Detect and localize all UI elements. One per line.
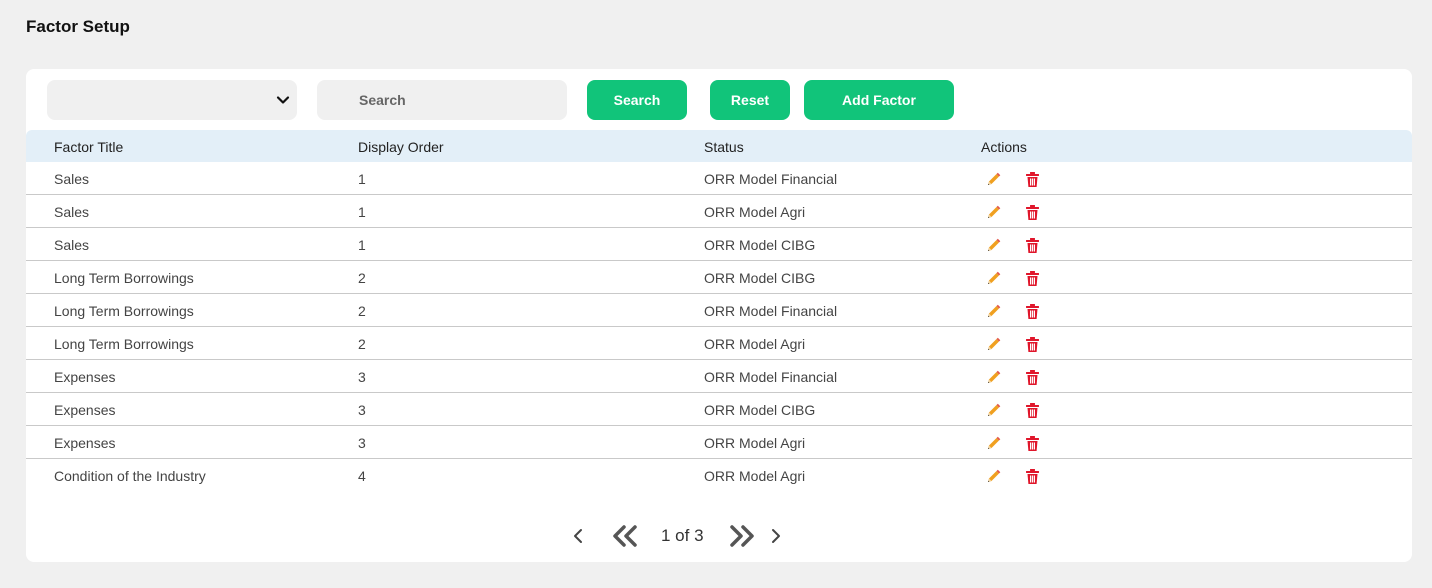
cell-factor-title: Long Term Borrowings [54,336,194,352]
trash-icon[interactable] [1024,435,1041,452]
trash-icon[interactable] [1024,171,1041,188]
table-header: Factor Title Display Order Status Action… [26,130,1412,162]
cell-factor-title: Long Term Borrowings [54,270,194,286]
table-row: Long Term Borrowings 2 ORR Model Agri [26,327,1412,360]
table-row: Expenses 3 ORR Model Financial [26,360,1412,393]
trash-icon[interactable] [1024,204,1041,221]
cell-display-order: 2 [358,336,366,352]
cell-factor-title: Expenses [54,435,116,451]
pencil-icon[interactable] [985,402,1002,419]
header-display-order: Display Order [358,139,444,155]
page-title: Factor Setup [26,17,130,36]
trash-icon[interactable] [1024,369,1041,386]
trash-icon[interactable] [1024,402,1041,419]
cell-factor-title: Expenses [54,369,116,385]
table-row: Sales 1 ORR Model Agri [26,195,1412,228]
cell-display-order: 3 [358,402,366,418]
model-select[interactable] [47,80,297,120]
trash-icon[interactable] [1024,270,1041,287]
search-input[interactable] [317,80,567,120]
table-row: Expenses 3 ORR Model Agri [26,426,1412,459]
cell-factor-title: Sales [54,204,90,220]
chevron-down-icon [276,96,290,104]
pencil-icon[interactable] [985,468,1002,485]
chevron-right-icon[interactable] [770,528,782,544]
chevron-left-icon[interactable] [572,528,584,544]
cell-status: ORR Model Financial [704,171,838,187]
cell-display-order: 1 [358,237,366,253]
reset-button[interactable]: Reset [710,80,790,120]
header-status: Status [704,139,744,155]
cell-status: ORR Model Financial [704,369,838,385]
double-chevron-right-icon[interactable] [729,525,755,547]
add-factor-button[interactable]: Add Factor [804,80,954,120]
cell-status: ORR Model CIBG [704,237,816,253]
cell-status: ORR Model Agri [704,468,806,484]
search-button[interactable]: Search [587,80,687,120]
table-row: Expenses 3 ORR Model CIBG [26,393,1412,426]
factor-card: Search Reset Add Factor Factor Title Dis… [26,69,1412,562]
cell-display-order: 3 [358,435,366,451]
cell-status: ORR Model Financial [704,303,838,319]
cell-status: ORR Model Agri [704,204,806,220]
cell-status: ORR Model Agri [704,435,806,451]
cell-display-order: 2 [358,303,366,319]
cell-factor-title: Long Term Borrowings [54,303,194,319]
pencil-icon[interactable] [985,435,1002,452]
table-row: Sales 1 ORR Model CIBG [26,228,1412,261]
page-info: 1 of 3 [661,526,704,545]
table-row: Long Term Borrowings 2 ORR Model CIBG [26,261,1412,294]
double-chevron-left-icon[interactable] [612,525,638,547]
cell-display-order: 3 [358,369,366,385]
pencil-icon[interactable] [985,336,1002,353]
trash-icon[interactable] [1024,336,1041,353]
cell-display-order: 4 [358,468,366,484]
pagination: 1 of 3 [26,524,1412,548]
pencil-icon[interactable] [985,369,1002,386]
pencil-icon[interactable] [985,270,1002,287]
pencil-icon[interactable] [985,237,1002,254]
cell-display-order: 1 [358,171,366,187]
cell-status: ORR Model CIBG [704,402,816,418]
trash-icon[interactable] [1024,468,1041,485]
trash-icon[interactable] [1024,303,1041,320]
table-row: Sales 1 ORR Model Financial [26,162,1412,195]
pencil-icon[interactable] [985,204,1002,221]
header-actions: Actions [981,139,1027,155]
cell-status: ORR Model CIBG [704,270,816,286]
cell-display-order: 1 [358,204,366,220]
table-body: Sales 1 ORR Model Financial Sales 1 ORR Model… [26,162,1412,492]
cell-factor-title: Expenses [54,402,116,418]
table-row: Long Term Borrowings 2 ORR Model Financial [26,294,1412,327]
cell-display-order: 2 [358,270,366,286]
pencil-icon[interactable] [985,303,1002,320]
table-row: Condition of the Industry 4 ORR Model Agri [26,459,1412,492]
cell-factor-title: Sales [54,171,90,187]
header-factor-title: Factor Title [54,139,124,155]
trash-icon[interactable] [1024,237,1041,254]
pencil-icon[interactable] [985,171,1002,188]
cell-factor-title: Sales [54,237,90,253]
cell-status: ORR Model Agri [704,336,806,352]
cell-factor-title: Condition of the Industry [54,468,206,484]
factor-table: Factor Title Display Order Status Action… [26,130,1412,492]
